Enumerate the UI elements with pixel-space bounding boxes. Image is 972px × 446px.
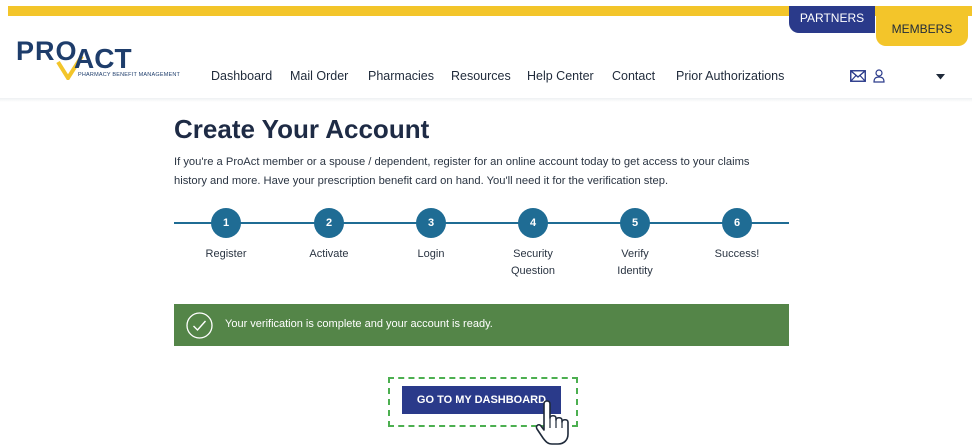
step-label: Activate bbox=[309, 248, 349, 260]
step-label: Security Question bbox=[510, 248, 556, 277]
nav-pharmacies[interactable]: Pharmacies bbox=[368, 69, 434, 83]
success-alert: Your verification is complete and your a… bbox=[174, 304, 789, 346]
step-activate: 2 Activate bbox=[289, 206, 369, 263]
nav-help-center[interactable]: Help Center bbox=[527, 69, 594, 83]
tab-members[interactable]: MEMBERS bbox=[876, 6, 968, 46]
mail-icon[interactable] bbox=[850, 70, 866, 82]
step-number: 4 bbox=[518, 208, 548, 238]
step-success: 6 Success! bbox=[697, 206, 777, 263]
pointer-hand-icon bbox=[535, 400, 569, 445]
step-verify-identity: 5 Verify Identity bbox=[595, 206, 675, 280]
step-number: 3 bbox=[416, 208, 446, 238]
nav-mail-order[interactable]: Mail Order bbox=[290, 69, 348, 83]
header-divider bbox=[0, 98, 972, 102]
step-label: Login bbox=[417, 248, 445, 260]
step-number: 6 bbox=[722, 208, 752, 238]
nav-resources[interactable]: Resources bbox=[451, 69, 511, 83]
step-number: 2 bbox=[314, 208, 344, 238]
nav-dashboard[interactable]: Dashboard bbox=[211, 69, 272, 83]
step-number: 1 bbox=[211, 208, 241, 238]
nav-contact[interactable]: Contact bbox=[612, 69, 655, 83]
tab-partners[interactable]: PARTNERS bbox=[789, 6, 875, 33]
user-icon[interactable] bbox=[873, 69, 885, 83]
step-label: Register bbox=[205, 248, 247, 260]
step-number: 5 bbox=[620, 208, 650, 238]
proact-logo[interactable]: PRO ACT PHARMACY BENEFIT MANAGEMENT bbox=[16, 36, 196, 86]
step-label: Verify Identity bbox=[617, 248, 653, 277]
step-security-question: 4 Security Question bbox=[493, 206, 573, 280]
intro-text: If you're a ProAct member or a spouse / … bbox=[174, 156, 750, 187]
logo-tagline: PHARMACY BENEFIT MANAGEMENT bbox=[78, 72, 181, 78]
step-login: 3 Login bbox=[391, 206, 471, 263]
step-label: Success! bbox=[714, 248, 760, 260]
page-title: Create Your Account bbox=[174, 114, 430, 144]
caret-down-icon[interactable] bbox=[936, 74, 945, 80]
step-register: 1 Register bbox=[186, 206, 266, 263]
check-circle-icon bbox=[186, 312, 213, 339]
nav-prior-authorizations[interactable]: Prior Authorizations bbox=[676, 69, 784, 83]
registration-stepper: 1 Register 2 Activate 3 Login 4 Security… bbox=[174, 206, 789, 286]
logo-act-text: ACT bbox=[74, 43, 132, 74]
alert-message: Your verification is complete and your a… bbox=[225, 318, 493, 330]
